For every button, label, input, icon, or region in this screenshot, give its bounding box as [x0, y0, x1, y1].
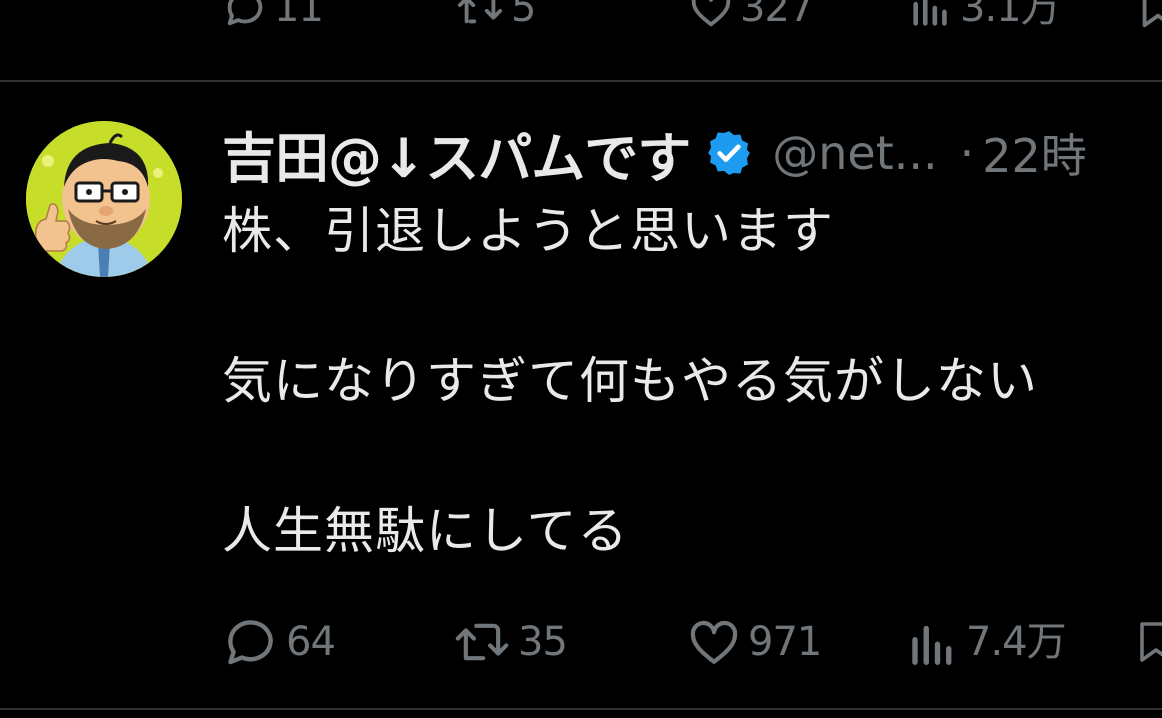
previous-reply-button[interactable]: 11: [222, 0, 324, 40]
previous-retweet-button[interactable]: 5: [455, 0, 536, 40]
like-button[interactable]: 971: [686, 610, 822, 674]
like-icon: [690, 620, 738, 664]
previous-view-count: 3.1万: [960, 0, 1061, 31]
tweet-header: 吉田@↓スパムです @net... · 22時: [222, 118, 1087, 190]
tweet-text-line: 株、引退しようと思います: [222, 202, 834, 260]
avatar-illustration: [26, 121, 182, 277]
like-icon: [691, 0, 731, 27]
author-avatar[interactable]: [26, 121, 182, 277]
previous-tweet-action-bar: 11 5 327 3.1万: [0, 0, 1162, 40]
retweet-icon: [455, 623, 509, 661]
views-icon: [913, 0, 947, 26]
tweet-text: 株、引退しようと思います 気になりすぎて何もやる気がしない 人生無駄にしてる: [222, 194, 1162, 569]
tweet-text-blank-line: [222, 269, 1162, 344]
reply-count: 64: [286, 619, 336, 665]
bookmark-button[interactable]: [1136, 610, 1162, 674]
previous-bookmark-button[interactable]: [1138, 0, 1162, 40]
retweet-button[interactable]: 35: [452, 610, 568, 674]
bookmark-icon: [1140, 622, 1162, 662]
previous-views-button[interactable]: 3.1万: [908, 0, 1061, 40]
previous-like-count: 327: [740, 0, 814, 31]
like-count: 971: [748, 619, 822, 665]
previous-retweet-count: 5: [511, 0, 536, 31]
previous-reply-count: 11: [274, 0, 324, 31]
retweet-count: 35: [518, 619, 568, 665]
reply-icon: [228, 620, 273, 665]
views-icon: [912, 625, 952, 665]
tweet-text-line: 人生無駄にしてる: [222, 502, 629, 560]
previous-like-button[interactable]: 327: [688, 0, 814, 40]
header-separator: ·: [959, 126, 975, 180]
author-display-name[interactable]: 吉田@↓スパムです: [222, 114, 691, 193]
tweet-text-line: 気になりすぎて何もやる気がしない: [222, 352, 1038, 410]
reply-icon: [227, 0, 263, 26]
verified-badge-icon: [708, 131, 751, 175]
tweet-divider: [0, 708, 1162, 710]
bookmark-icon: [1142, 0, 1162, 28]
tweet-text-blank-line: [222, 419, 1162, 494]
reply-button[interactable]: 64: [222, 610, 336, 674]
retweet-icon: [457, 0, 503, 24]
tweet-divider: [0, 80, 1162, 82]
view-count: 7.4万: [966, 619, 1067, 665]
views-button[interactable]: 7.4万: [906, 610, 1067, 674]
tweet-timestamp[interactable]: 22時: [982, 120, 1087, 186]
author-handle[interactable]: @net...: [772, 126, 937, 180]
